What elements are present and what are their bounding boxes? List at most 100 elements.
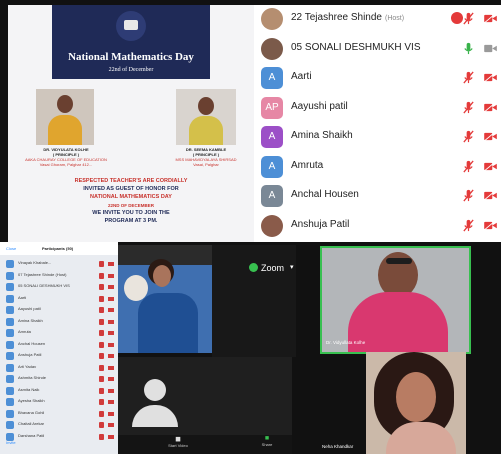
- mic-muted-icon[interactable]: [462, 160, 475, 173]
- mic-muted-icon[interactable]: [99, 261, 104, 267]
- avatar: [6, 329, 14, 337]
- mic-muted-icon[interactable]: [99, 284, 104, 290]
- video-off-icon[interactable]: [108, 296, 114, 301]
- mini-participant-row[interactable]: Ayesha Shaikh: [0, 396, 118, 408]
- video-off-icon[interactable]: [484, 191, 497, 200]
- mic-muted-icon[interactable]: [99, 318, 104, 325]
- host-tag: (Host): [385, 15, 405, 22]
- video-icon[interactable]: [484, 44, 497, 53]
- mini-participant-name: Arti Yadav: [18, 363, 37, 369]
- participant-name-text: Amruta: [291, 159, 324, 171]
- video-off-icon[interactable]: [108, 308, 114, 312]
- center-dark-area: Zoom ▾: [212, 245, 296, 357]
- video-off-icon[interactable]: [108, 262, 114, 266]
- mic-muted-icon[interactable]: [99, 433, 104, 440]
- video-off-icon[interactable]: [108, 354, 114, 358]
- video-off-icon[interactable]: [108, 342, 114, 347]
- mic-muted-icon[interactable]: [99, 376, 104, 382]
- participant-row[interactable]: AP Aayushi patil: [254, 94, 501, 122]
- video-off-icon[interactable]: [108, 331, 114, 335]
- video-off-icon[interactable]: [108, 319, 114, 324]
- video-off-icon[interactable]: [484, 73, 497, 82]
- video-off-icon[interactable]: [484, 132, 497, 141]
- video-off-icon[interactable]: [484, 14, 497, 23]
- mic-muted-icon[interactable]: [462, 71, 475, 84]
- video-tile-active-speaker[interactable]: Dr. Vidyullata Kolhe: [320, 246, 471, 354]
- avatar: [6, 294, 14, 303]
- participants-panel: 22 Tejashree Shinde (Host) 05 SONALI DESHM…: [254, 5, 501, 242]
- mic-muted-icon[interactable]: [99, 353, 104, 359]
- mic-muted-icon[interactable]: [462, 12, 475, 25]
- mini-participant-row[interactable]: Bhavana Gohil: [0, 408, 118, 420]
- video-off-icon[interactable]: [108, 434, 114, 439]
- video-tile-neha[interactable]: [366, 352, 466, 454]
- mic-muted-icon[interactable]: [99, 341, 104, 348]
- start-video-button[interactable]: ◼ Start Video: [164, 435, 192, 448]
- mini-participant-row[interactable]: 05 SONALI DESHMUKH VIS: [0, 281, 118, 293]
- mic-muted-icon[interactable]: [99, 410, 104, 417]
- mini-participant-row[interactable]: Anchal Housen: [0, 339, 118, 351]
- mini-participant-row[interactable]: Aarti: [0, 293, 118, 305]
- mic-muted-icon[interactable]: [99, 399, 104, 405]
- avatar: [261, 8, 283, 30]
- mini-participant-row[interactable]: 07 Tejashree Shinde (Host): [0, 270, 118, 282]
- mic-muted-icon[interactable]: [99, 307, 104, 313]
- mini-participant-row[interactable]: Chaitali Arekar: [0, 419, 118, 431]
- mic-muted-icon[interactable]: [462, 130, 475, 143]
- share-button[interactable]: ■ Share: [256, 435, 278, 447]
- avatar: [6, 398, 14, 406]
- mini-participant-row[interactable]: Ashmita Shinde: [0, 373, 118, 385]
- participant-row[interactable]: A Amina Shaikh: [254, 123, 501, 151]
- mini-participant-row[interactable]: Arti Yadav: [0, 362, 118, 374]
- mini-participant-row[interactable]: Vinayak Khabale...: [0, 258, 118, 270]
- avatar: [6, 375, 14, 383]
- mini-participant-name: Anchal Housen: [18, 340, 46, 346]
- mic-muted-icon[interactable]: [99, 387, 104, 394]
- mini-participant-row[interactable]: Asmita Naik: [0, 385, 118, 397]
- video-tile-participant-girl[interactable]: [118, 245, 212, 353]
- mic-muted-icon[interactable]: [462, 101, 475, 114]
- mini-participant-row[interactable]: Darshana Patil: [0, 431, 118, 443]
- active-speaker-name: Dr. Vidyullata Kolhe: [326, 340, 366, 345]
- mic-muted-icon[interactable]: [462, 189, 475, 202]
- mini-close-button[interactable]: Close: [6, 246, 16, 251]
- video-off-icon[interactable]: [484, 220, 497, 230]
- video-off-icon[interactable]: [108, 365, 114, 370]
- mini-participant-row[interactable]: Amina Shaikh: [0, 316, 118, 328]
- video-off-icon[interactable]: [108, 411, 114, 416]
- mic-muted-icon[interactable]: [462, 219, 475, 232]
- video-off-icon[interactable]: [108, 388, 114, 393]
- video-off-icon[interactable]: [108, 377, 114, 381]
- participant-name-text: Anshuja Patil: [291, 218, 350, 230]
- avatar: [6, 271, 14, 280]
- mini-participant-row[interactable]: Aayushi patil: [0, 304, 118, 316]
- video-tile-self[interactable]: ◼ Start Video ■ Share: [118, 357, 292, 454]
- mic-muted-icon[interactable]: [99, 295, 104, 302]
- meeting-toolbar: ◼ Start Video ■ Share: [118, 435, 292, 454]
- mic-icon[interactable]: [462, 42, 475, 55]
- mic-muted-icon[interactable]: [99, 364, 104, 371]
- avatar: [6, 260, 14, 268]
- video-off-icon[interactable]: [108, 400, 114, 404]
- mini-participant-row[interactable]: Amruta: [0, 327, 118, 339]
- participant-row[interactable]: 05 SONALI DESHMUKH VIS: [254, 35, 501, 63]
- mini-participant-name: 05 SONALI DESHMUKH VIS: [18, 283, 70, 288]
- participant-row[interactable]: A Anchal Housen: [254, 182, 501, 210]
- participant-name-text: 05 SONALI DESHMUKH VIS: [291, 41, 421, 53]
- video-off-icon[interactable]: [484, 102, 497, 112]
- mic-muted-icon[interactable]: [99, 330, 104, 336]
- participant-row[interactable]: A Aarti: [254, 64, 501, 92]
- mic-muted-icon[interactable]: [99, 422, 104, 428]
- mini-invite-button[interactable]: Invite: [6, 440, 16, 445]
- participant-row[interactable]: A Amruta: [254, 153, 501, 181]
- participant-row[interactable]: Anshuja Patil: [254, 212, 501, 240]
- participant-row[interactable]: 22 Tejashree Shinde (Host): [254, 5, 501, 33]
- video-off-icon[interactable]: [484, 161, 497, 171]
- chevron-down-icon[interactable]: ▾: [290, 263, 294, 271]
- video-off-icon[interactable]: [108, 273, 114, 278]
- mini-participant-row[interactable]: Anshuja Patil: [0, 350, 118, 362]
- mic-muted-icon[interactable]: [99, 272, 104, 279]
- mini-participants-panel: Close Participants (50) Vinayak Khabale.…: [0, 242, 118, 454]
- video-off-icon[interactable]: [108, 285, 114, 289]
- video-off-icon[interactable]: [108, 423, 114, 427]
